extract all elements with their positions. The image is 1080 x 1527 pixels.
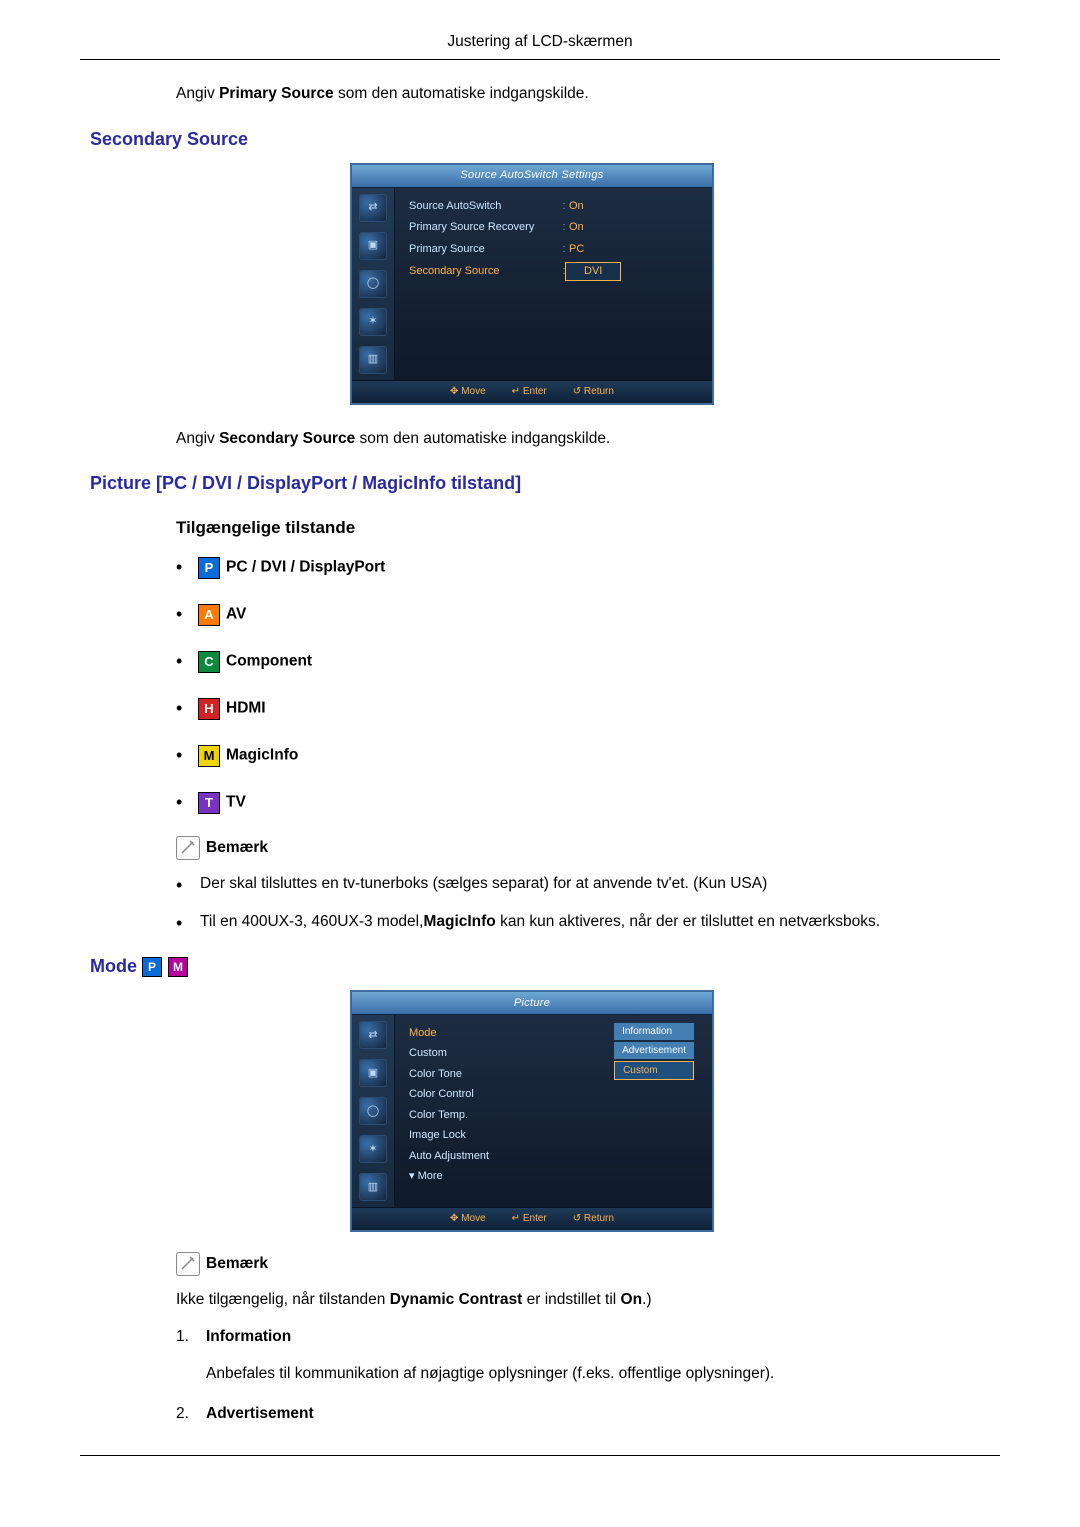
m-icon: M <box>198 745 220 767</box>
note-heading: Bemærk <box>176 1252 990 1276</box>
text-bold: Primary Source <box>219 85 334 102</box>
osd-key: Source AutoSwitch <box>409 198 559 215</box>
osd-value: On <box>569 198 700 215</box>
osd-title: Picture <box>352 992 712 1015</box>
osd-menu-colortemp[interactable]: Color Temp. <box>409 1107 700 1124</box>
p-icon: P <box>142 957 162 977</box>
osd-option-advertisement[interactable]: Advertisement <box>614 1042 694 1059</box>
osd-foot-move: ✥ Move <box>450 384 486 399</box>
osd-menu-imagelock[interactable]: Image Lock <box>409 1127 700 1144</box>
osd-foot-enter: ↵ Enter <box>512 384 547 399</box>
picture-heading: Picture [PC / DVI / DisplayPort / MagicI… <box>90 470 990 497</box>
osd-side-icon: ◯ <box>359 1097 387 1125</box>
mode-label: TV <box>226 794 246 811</box>
osd-menu-colorcontrol: Color Control <box>409 1086 700 1103</box>
osd-option-information[interactable]: Information <box>614 1023 694 1040</box>
osd-option-custom[interactable]: Custom <box>614 1061 694 1080</box>
page-header-title: Justering af LCD-skærmen <box>80 30 1000 59</box>
text: Angiv <box>176 85 219 102</box>
h-icon: H <box>198 698 220 720</box>
a-icon: A <box>198 604 220 626</box>
osd-foot-return: ↺ Return <box>573 1211 614 1226</box>
mode-heading: Mode PM <box>90 953 990 980</box>
p-icon: P <box>198 557 220 579</box>
osd-foot-return: ↺ Return <box>573 384 614 399</box>
osd-key: Primary Source Recovery <box>409 219 559 236</box>
note-label: Bemærk <box>206 839 268 856</box>
modes-list: P PC / DVI / DisplayPort A AV C Component H… <box>176 554 990 816</box>
note-icon <box>176 836 200 860</box>
osd-value-selected[interactable]: DVI <box>565 262 621 281</box>
mode-label: AV <box>226 606 246 623</box>
osd-footer: ✥ Move ↵ Enter ↺ Return <box>352 1207 712 1230</box>
item-title: Information <box>206 1325 990 1348</box>
osd-side-icon: ◯ <box>359 270 387 298</box>
mode-label: MagicInfo <box>226 747 298 764</box>
mode-heading-text: Mode <box>90 956 137 976</box>
mode-label: Component <box>226 653 312 670</box>
note-icon <box>176 1252 200 1276</box>
osd-key: Primary Source <box>409 241 559 258</box>
primary-source-paragraph: Angiv Primary Source som den automatiske… <box>176 82 990 105</box>
mode-ordered-list: Information Anbefales til kommunikation … <box>176 1325 990 1425</box>
text: som den automatiske indgangskilde. <box>334 85 589 102</box>
note-item: Der skal tilsluttes en tv-tunerboks (sæl… <box>176 872 990 895</box>
list-item-information: Information Anbefales til kommunikation … <box>176 1325 990 1386</box>
osd-sidebar: ⇄ ▣ ◯ ✶ ▥ <box>352 188 395 380</box>
osd-menu-more[interactable]: ▾ More <box>409 1168 700 1185</box>
mode-label: PC / DVI / DisplayPort <box>226 559 385 576</box>
osd-menu-autoadj[interactable]: Auto Adjustment <box>409 1148 700 1165</box>
osd-value: PC <box>569 241 700 258</box>
list-item-advertisement: Advertisement <box>176 1402 990 1425</box>
note-heading: Bemærk <box>176 836 990 860</box>
osd-title: Source AutoSwitch Settings <box>352 165 712 188</box>
note-item: Til en 400UX-3, 460UX-3 model,MagicInfo … <box>176 910 990 933</box>
osd-value: On <box>569 219 700 236</box>
mode-item-tv: T TV <box>176 789 990 816</box>
mode-item-hdmi: H HDMI <box>176 695 990 722</box>
osd-source-autoswitch: Source AutoSwitch Settings ⇄ ▣ ◯ ✶ ▥ Sou… <box>350 163 714 405</box>
text: Angiv <box>176 430 219 447</box>
mode-item-magicinfo: M MagicInfo <box>176 742 990 769</box>
t-icon: T <box>198 792 220 814</box>
osd-picture: Picture ⇄ ▣ ◯ ✶ ▥ Mode Custom Color Tone… <box>350 990 714 1232</box>
note-mode-text: Ikke tilgængelig, når tilstanden Dynamic… <box>176 1288 990 1311</box>
osd-side-icon: ▥ <box>359 1173 387 1201</box>
note-label: Bemærk <box>206 1255 268 1272</box>
item-title: Advertisement <box>206 1402 990 1425</box>
osd-sidebar: ⇄ ▣ ◯ ✶ ▥ <box>352 1015 395 1207</box>
osd-footer: ✥ Move ↵ Enter ↺ Return <box>352 380 712 403</box>
text: som den automatiske indgangskilde. <box>355 430 610 447</box>
mode-label: HDMI <box>226 700 266 717</box>
osd-key-selected: Secondary Source <box>409 263 559 280</box>
mode-item-av: A AV <box>176 601 990 628</box>
osd-foot-move: ✥ Move <box>450 1211 486 1226</box>
osd-side-icon: ✶ <box>359 308 387 336</box>
footer-rule <box>80 1455 1000 1456</box>
text-bold: Secondary Source <box>219 430 355 447</box>
m-icon: M <box>168 957 188 977</box>
c-icon: C <box>198 651 220 673</box>
mode-item-component: C Component <box>176 648 990 675</box>
osd-side-icon: ⇄ <box>359 1021 387 1049</box>
mode-item-pc: P PC / DVI / DisplayPort <box>176 554 990 581</box>
notes-list: Der skal tilsluttes en tv-tunerboks (sæl… <box>176 872 990 933</box>
osd-side-icon: ▣ <box>359 1059 387 1087</box>
item-description: Anbefales til kommunikation af nøjagtige… <box>206 1362 990 1385</box>
secondary-source-heading: Secondary Source <box>90 126 990 153</box>
secondary-source-paragraph: Angiv Secondary Source som den automatis… <box>176 427 990 450</box>
osd-value-list: Information Advertisement Custom <box>614 1023 694 1082</box>
osd-side-icon: ⇄ <box>359 194 387 222</box>
osd-foot-enter: ↵ Enter <box>512 1211 547 1226</box>
osd-side-icon: ✶ <box>359 1135 387 1163</box>
available-modes-heading: Tilgængelige tilstande <box>176 515 990 541</box>
header-rule <box>80 59 1000 60</box>
osd-side-icon: ▣ <box>359 232 387 260</box>
osd-side-icon: ▥ <box>359 346 387 374</box>
